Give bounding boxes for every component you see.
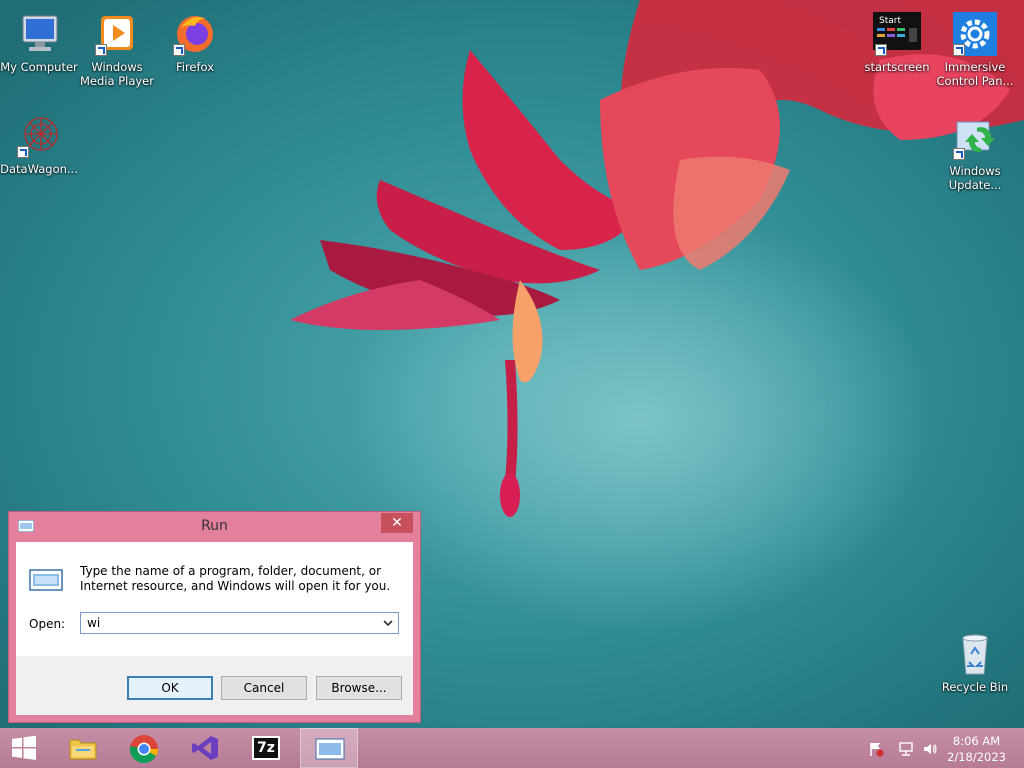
close-button[interactable]: ✕ xyxy=(381,513,413,533)
run-title: Run xyxy=(201,518,228,534)
run-dialog[interactable]: Run ✕ Type the name of a program, folder… xyxy=(8,511,421,723)
taskbar: 7z 8:06 AM 2/18/2023 xyxy=(0,728,1024,768)
desktop-icon-label: Windows Update... xyxy=(948,164,1002,192)
shortcut-arrow-icon xyxy=(173,44,185,56)
desktop-icon-windows-update[interactable]: Windows Update... xyxy=(936,114,1014,192)
taskbar-file-explorer[interactable] xyxy=(54,728,110,768)
shortcut-arrow-icon xyxy=(95,44,107,56)
desktop-icon-label: Firefox xyxy=(175,60,215,74)
taskbar-clock[interactable]: 8:06 AM 2/18/2023 xyxy=(947,733,1006,765)
run-content-area: Type the name of a program, folder, docu… xyxy=(16,542,413,656)
desktop-icon-windows-media-player[interactable]: Windows Media Player xyxy=(78,10,156,88)
start-button[interactable] xyxy=(0,728,56,768)
open-combobox[interactable] xyxy=(80,612,399,634)
shortcut-arrow-icon xyxy=(953,148,965,160)
desktop-icon-recycle-bin[interactable]: Recycle Bin xyxy=(936,630,1014,694)
run-title-bar[interactable]: Run ✕ xyxy=(9,512,420,542)
volume-icon[interactable] xyxy=(922,741,938,757)
desktop-icon-label: DataWagon... xyxy=(0,162,78,176)
chevron-down-icon[interactable] xyxy=(378,613,398,633)
run-description: Type the name of a program, folder, docu… xyxy=(80,564,391,593)
desktop-icon-my-computer[interactable]: My Computer xyxy=(0,10,78,74)
open-label: Open: xyxy=(29,617,66,631)
run-program-icon xyxy=(29,569,63,591)
shortcut-arrow-icon xyxy=(875,44,887,56)
taskbar-7-zip[interactable]: 7z xyxy=(238,728,294,768)
ok-button[interactable]: OK xyxy=(127,676,213,700)
windows-logo-icon xyxy=(12,735,36,760)
run-body: Type the name of a program, folder, docu… xyxy=(16,542,413,715)
browse-button[interactable]: Browse... xyxy=(316,676,402,700)
desktop-icon-firefox[interactable]: Firefox xyxy=(156,10,234,74)
desktop-icon-datawagon[interactable]: DataWagon... xyxy=(0,112,78,176)
chrome-icon xyxy=(129,735,158,764)
close-icon: ✕ xyxy=(391,515,403,531)
recycle-bin-icon xyxy=(962,634,988,675)
desktop-icon-label: Recycle Bin xyxy=(941,680,1009,694)
run-app-icon xyxy=(315,738,345,760)
startscreen-tile-text: Start xyxy=(879,16,901,26)
action-center-flag-icon[interactable] xyxy=(868,741,884,757)
clock-time: 8:06 AM xyxy=(952,734,1001,748)
desktop-icon-immersive-control-panel[interactable]: Immersive Control Pan... xyxy=(936,10,1014,88)
shortcut-arrow-icon xyxy=(17,146,29,158)
open-input[interactable] xyxy=(81,613,383,633)
7zip-icon: 7z xyxy=(252,736,280,760)
clock-date: 2/18/2023 xyxy=(947,750,1006,764)
desktop-icon-label: Windows Media Player xyxy=(80,60,154,88)
visual-studio-icon xyxy=(192,736,218,760)
desktop-icon-startscreen[interactable]: Start startscreen xyxy=(858,10,936,74)
taskbar-run[interactable] xyxy=(300,728,358,768)
folder-icon xyxy=(69,739,97,760)
shortcut-arrow-icon xyxy=(953,44,965,56)
taskbar-chrome[interactable] xyxy=(115,728,171,768)
desktop-icon-label: Immersive Control Pan... xyxy=(936,60,1014,88)
7zip-icon-text: 7z xyxy=(257,740,275,756)
desktop-icon-label: startscreen xyxy=(864,60,930,74)
desktop-icon-label: My Computer xyxy=(0,60,78,74)
computer-icon xyxy=(22,15,58,51)
cancel-button[interactable]: Cancel xyxy=(221,676,307,700)
taskbar-visual-studio[interactable] xyxy=(176,728,232,768)
network-icon[interactable] xyxy=(898,741,914,757)
